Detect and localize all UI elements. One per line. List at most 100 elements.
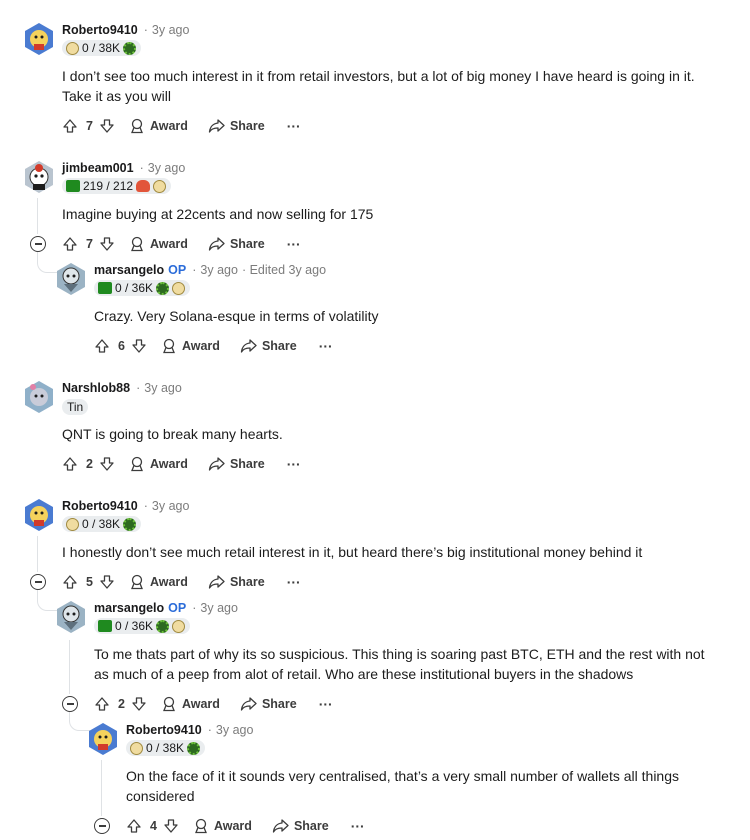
share-label: Share <box>229 119 265 133</box>
moon-coin-icon <box>130 741 143 755</box>
comment-line: I honestly don’t see much retail interes… <box>62 544 643 560</box>
avatar[interactable] <box>56 600 86 634</box>
more-options-button[interactable]: ··· <box>287 118 301 134</box>
vote-count: 5 <box>86 575 93 589</box>
award-label: Award <box>213 819 252 833</box>
moon-coin-icon <box>172 619 186 633</box>
user-flair: 0 / 38K <box>62 40 142 56</box>
collapse-thread-button[interactable] <box>30 236 46 252</box>
more-options-button[interactable]: ··· <box>351 818 365 834</box>
green-square-icon <box>98 620 112 632</box>
comment-line: To me thats part of why its so suspiciou… <box>94 646 705 662</box>
comment-actions: 4 Award Share ··· <box>126 816 365 836</box>
upvote-button[interactable] <box>62 456 78 472</box>
downvote-button[interactable] <box>131 338 147 354</box>
timestamp[interactable]: 3y ago <box>200 601 238 615</box>
upvote-button[interactable] <box>62 118 78 134</box>
comment-line: as much of a peep from alot of retail. W… <box>94 666 634 682</box>
arrow-down-icon <box>100 237 114 251</box>
award-label: Award <box>149 119 188 133</box>
award-button[interactable]: Award <box>129 456 188 472</box>
more-options-button[interactable]: ··· <box>319 338 333 354</box>
more-options-button[interactable]: ··· <box>287 574 301 590</box>
downvote-button[interactable] <box>99 574 115 590</box>
downvote-button[interactable] <box>163 818 179 834</box>
share-button[interactable]: Share <box>208 236 265 252</box>
separator-dot: · <box>207 723 212 737</box>
moon-coin-icon <box>66 41 79 55</box>
more-options-button[interactable]: ··· <box>287 456 301 472</box>
avatar[interactable] <box>56 262 86 296</box>
timestamp[interactable]: 3y ago <box>216 723 254 737</box>
share-button[interactable]: Share <box>208 574 265 590</box>
author-name[interactable]: marsangelo <box>94 263 164 277</box>
upvote-button[interactable] <box>62 236 78 252</box>
share-label: Share <box>229 237 265 251</box>
timestamp[interactable]: 3y ago <box>152 499 190 513</box>
timestamp[interactable]: 3y ago <box>144 381 182 395</box>
award-button[interactable]: Award <box>129 236 188 252</box>
comment-line: considered <box>126 788 195 804</box>
timestamp[interactable]: 3y ago <box>148 161 186 175</box>
award-icon <box>194 818 207 834</box>
collapse-thread-button[interactable] <box>94 818 110 834</box>
award-button[interactable]: Award <box>129 574 188 590</box>
author-name[interactable]: Roberto9410 <box>62 499 138 513</box>
award-icon <box>130 574 143 590</box>
moon-coin-icon <box>66 517 79 531</box>
more-options-button[interactable]: ··· <box>319 696 333 712</box>
downvote-button[interactable] <box>131 696 147 712</box>
downvote-button[interactable] <box>99 118 115 134</box>
author-name[interactable]: Narshlob88 <box>62 381 130 395</box>
upvote-button[interactable] <box>62 574 78 590</box>
arrow-down-icon <box>100 457 114 471</box>
comment-line: Take it as you will <box>62 88 171 104</box>
avatar[interactable] <box>24 380 54 414</box>
collapse-thread-button[interactable] <box>62 696 78 712</box>
op-badge: OP <box>168 601 187 615</box>
author-name[interactable]: Roberto9410 <box>126 723 202 737</box>
award-button[interactable]: Award <box>161 696 220 712</box>
author-name[interactable]: jimbeam001 <box>62 161 134 175</box>
avatar[interactable] <box>24 160 54 194</box>
downvote-button[interactable] <box>99 236 115 252</box>
more-options-button[interactable]: ··· <box>287 236 301 252</box>
collapse-thread-button[interactable] <box>30 574 46 590</box>
author-name[interactable]: marsangelo <box>94 601 164 615</box>
upvote-button[interactable] <box>94 696 110 712</box>
op-badge: OP <box>168 263 187 277</box>
author-name[interactable]: Roberto9410 <box>62 23 138 37</box>
avatar[interactable] <box>24 498 54 532</box>
award-button[interactable]: Award <box>193 818 252 834</box>
thread-line <box>101 760 102 816</box>
arrow-up-icon <box>63 237 77 251</box>
arrow-up-icon <box>95 339 109 353</box>
share-button[interactable]: Share <box>208 456 265 472</box>
award-button[interactable]: Award <box>161 338 220 354</box>
avatar[interactable] <box>88 722 118 756</box>
thread-line <box>37 536 38 572</box>
timestamp[interactable]: 3y ago <box>152 23 190 37</box>
thread-curve <box>69 716 90 731</box>
award-label: Award <box>181 697 220 711</box>
thread-line <box>69 640 70 694</box>
award-button[interactable]: Award <box>129 118 188 134</box>
timestamp[interactable]: 3y ago <box>200 263 238 277</box>
comment-body: Imagine buying at 22cents and now sellin… <box>62 204 373 224</box>
share-button[interactable]: Share <box>208 118 265 134</box>
award-icon <box>130 236 143 252</box>
share-button[interactable]: Share <box>240 338 297 354</box>
thread-curve <box>37 596 58 611</box>
comment-actions: 2 Award Share ··· <box>62 454 301 474</box>
avatar[interactable] <box>24 22 54 56</box>
comment-body: To me thats part of why its so suspiciou… <box>94 644 705 684</box>
share-button[interactable]: Share <box>272 818 329 834</box>
award-label: Award <box>181 339 220 353</box>
downvote-button[interactable] <box>99 456 115 472</box>
upvote-button[interactable] <box>126 818 142 834</box>
user-flair: 0 / 36K <box>94 618 191 634</box>
share-button[interactable]: Share <box>240 696 297 712</box>
award-label: Award <box>149 575 188 589</box>
award-icon <box>130 456 143 472</box>
upvote-button[interactable] <box>94 338 110 354</box>
